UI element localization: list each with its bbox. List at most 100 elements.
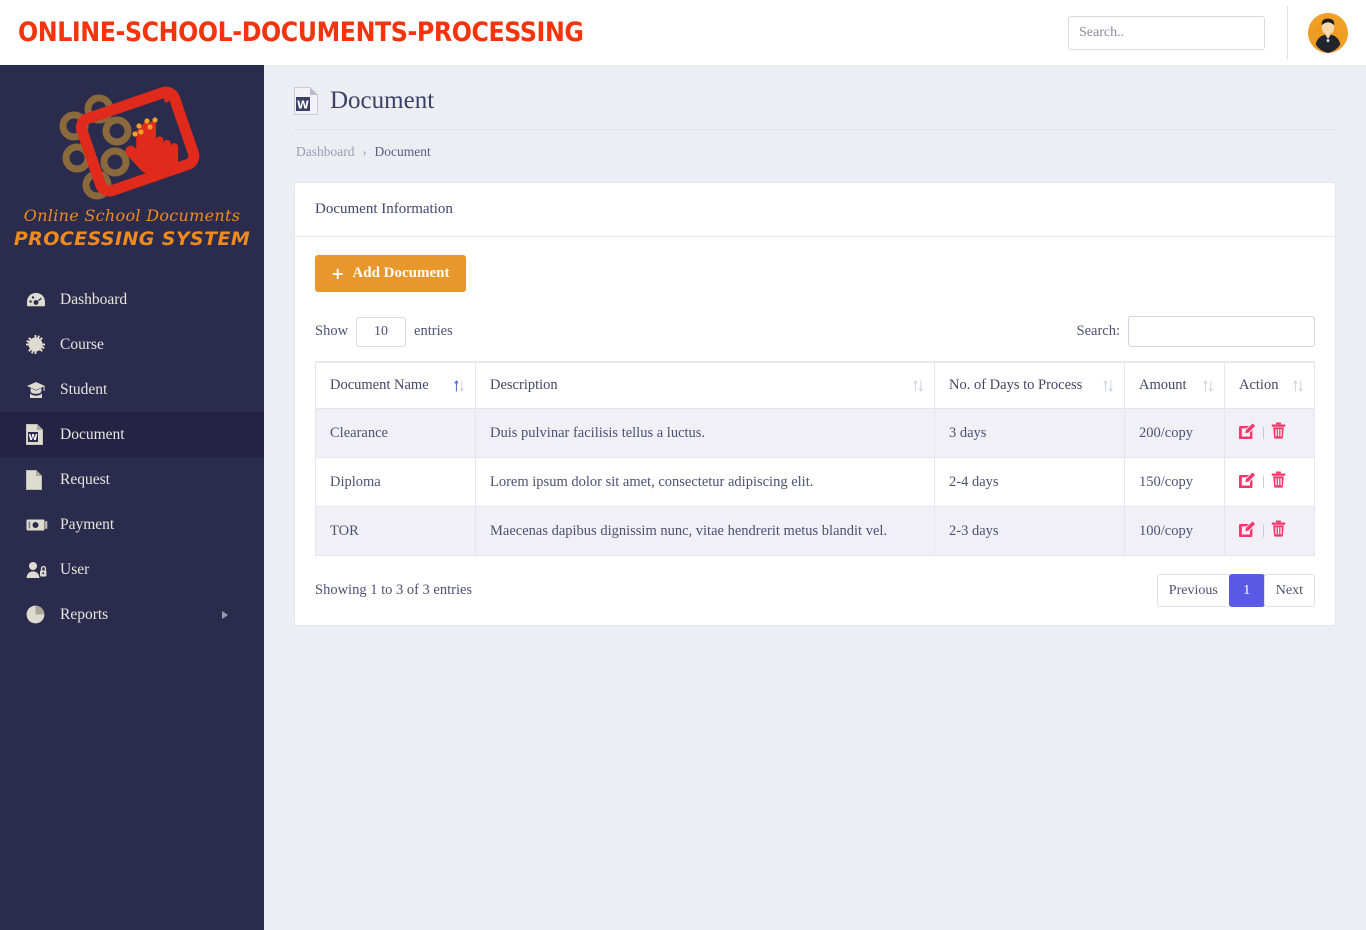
breadcrumb: Dashboard › Document <box>294 130 1336 160</box>
sidebar-nav: Dashboard Course Student W Document Requ… <box>0 277 264 637</box>
cell-amount: 200/copy <box>1124 408 1225 458</box>
sidebar: Online School Documents PROCESSING SYSTE… <box>0 65 264 930</box>
pie-chart-icon <box>26 604 52 626</box>
column-header-document-name[interactable]: Document Name <box>315 361 476 409</box>
table-search-group: Search: <box>1077 316 1315 347</box>
sidebar-item-course[interactable]: Course <box>0 322 264 367</box>
money-icon <box>26 514 52 536</box>
entries-per-page-input[interactable] <box>356 316 407 347</box>
action-separator: | <box>1262 474 1265 489</box>
sidebar-logo: Online School Documents PROCESSING SYSTE… <box>0 65 264 265</box>
gauge-icon <box>26 289 52 311</box>
cell-document-name: TOR <box>315 506 476 556</box>
topbar-divider <box>1287 6 1288 59</box>
documents-table: Document Name Description No. of Days to… <box>315 361 1315 556</box>
sort-arrows-icon <box>1102 379 1114 393</box>
sidebar-item-user[interactable]: User <box>0 547 264 592</box>
sort-arrows-icon <box>912 379 924 393</box>
showing-entries-info: Showing 1 to 3 of 3 entries <box>315 582 473 598</box>
page-head: W Document Dashboard › Document <box>264 65 1366 160</box>
column-header-amount[interactable]: Amount <box>1124 361 1225 409</box>
column-label: Amount <box>1139 377 1187 393</box>
column-label: No. of Days to Process <box>949 377 1083 393</box>
word-file-icon: W <box>26 424 52 446</box>
show-entries-group: Show entries <box>315 316 453 347</box>
sidebar-item-payment[interactable]: Payment <box>0 502 264 547</box>
cell-action: | <box>1224 408 1315 458</box>
edit-icon[interactable] <box>1239 422 1256 444</box>
table-controls: Show entries Search: <box>315 316 1315 347</box>
entries-label: entries <box>414 323 453 339</box>
sidebar-item-document[interactable]: W Document <box>0 412 264 457</box>
cell-days: 2-3 days <box>934 506 1125 556</box>
sort-arrows-icon <box>1202 379 1214 393</box>
column-header-action[interactable]: Action <box>1224 361 1315 409</box>
action-separator: | <box>1262 425 1265 440</box>
edit-icon[interactable] <box>1239 520 1256 542</box>
topbar-right-group <box>1068 0 1366 65</box>
sort-arrows-icon <box>1292 379 1304 393</box>
sidebar-item-label: Student <box>60 380 108 398</box>
sidebar-item-reports[interactable]: Reports <box>0 592 264 637</box>
top-header-bar: ONLINE-SCHOOL-DOCUMENTS-PROCESSING <box>0 0 1366 65</box>
table-head: Document Name Description No. of Days to… <box>315 361 1315 409</box>
table-row: Clearance Duis pulvinar facilisis tellus… <box>315 408 1315 458</box>
user-lock-icon <box>26 559 52 581</box>
breadcrumb-dashboard-link[interactable]: Dashboard <box>296 144 354 160</box>
cell-document-name: Diploma <box>315 457 476 507</box>
column-label: Action <box>1239 377 1279 393</box>
user-avatar[interactable] <box>1308 12 1348 53</box>
sidebar-item-label: Document <box>60 425 125 443</box>
show-label: Show <box>315 323 349 339</box>
sidebar-item-label: Course <box>60 335 104 353</box>
add-document-label: Add Document <box>352 265 450 281</box>
svg-text:W: W <box>29 433 38 442</box>
file-icon <box>26 469 52 491</box>
breadcrumb-separator-icon: › <box>362 144 367 159</box>
sidebar-item-dashboard[interactable]: Dashboard <box>0 277 264 322</box>
table-row: Diploma Lorem ipsum dolor sit amet, cons… <box>315 457 1315 507</box>
cell-action: | <box>1224 457 1315 507</box>
logo-tablet-hand-icon <box>59 86 200 200</box>
pagination-next-button[interactable]: Next <box>1263 574 1315 607</box>
column-label: Document Name <box>330 377 429 393</box>
sidebar-item-label: Payment <box>60 515 115 533</box>
table-search-input[interactable] <box>1128 316 1315 347</box>
sidebar-item-label: Dashboard <box>60 290 128 308</box>
logo-script-text: Online School Documents <box>23 206 241 225</box>
delete-icon[interactable] <box>1271 471 1286 493</box>
pagination-previous-button[interactable]: Previous <box>1156 574 1230 607</box>
action-separator: | <box>1262 523 1265 538</box>
table-body: Clearance Duis pulvinar facilisis tellus… <box>315 408 1315 556</box>
sidebar-item-label: User <box>60 560 90 578</box>
sidebar-item-label: Reports <box>60 605 109 623</box>
word-file-icon: W <box>294 87 318 115</box>
add-document-button[interactable]: + Add Document <box>315 255 466 292</box>
global-search-input[interactable] <box>1068 15 1265 50</box>
avatar-person-icon <box>1308 12 1348 53</box>
cell-amount: 150/copy <box>1124 457 1225 507</box>
page-title: Document <box>330 87 435 114</box>
breadcrumb-current: Document <box>374 144 431 159</box>
pagination-page-1[interactable]: 1 <box>1228 574 1265 607</box>
sidebar-item-student[interactable]: Student <box>0 367 264 412</box>
delete-icon[interactable] <box>1271 520 1286 542</box>
column-label: Description <box>490 377 558 393</box>
page-title-row: W Document <box>294 87 1336 130</box>
cell-action: | <box>1224 506 1315 556</box>
logo-bold-text: PROCESSING SYSTEM <box>13 228 251 250</box>
main-content: W Document Dashboard › Document Document… <box>264 65 1366 930</box>
column-header-days-to-process[interactable]: No. of Days to Process <box>934 361 1125 409</box>
table-header-row: Document Name Description No. of Days to… <box>315 361 1315 409</box>
pagination: Previous 1 Next <box>1156 574 1315 607</box>
edit-icon[interactable] <box>1239 471 1256 493</box>
cog-icon <box>26 334 52 356</box>
sidebar-item-request[interactable]: Request <box>0 457 264 502</box>
cell-description: Duis pulvinar facilisis tellus a luctus. <box>475 408 935 458</box>
column-header-description[interactable]: Description <box>475 361 935 409</box>
cell-days: 2-4 days <box>934 457 1125 507</box>
plus-icon: + <box>331 263 345 283</box>
delete-icon[interactable] <box>1271 422 1286 444</box>
cell-document-name: Clearance <box>315 408 476 458</box>
cell-description: Maecenas dapibus dignissim nunc, vitae h… <box>475 506 935 556</box>
